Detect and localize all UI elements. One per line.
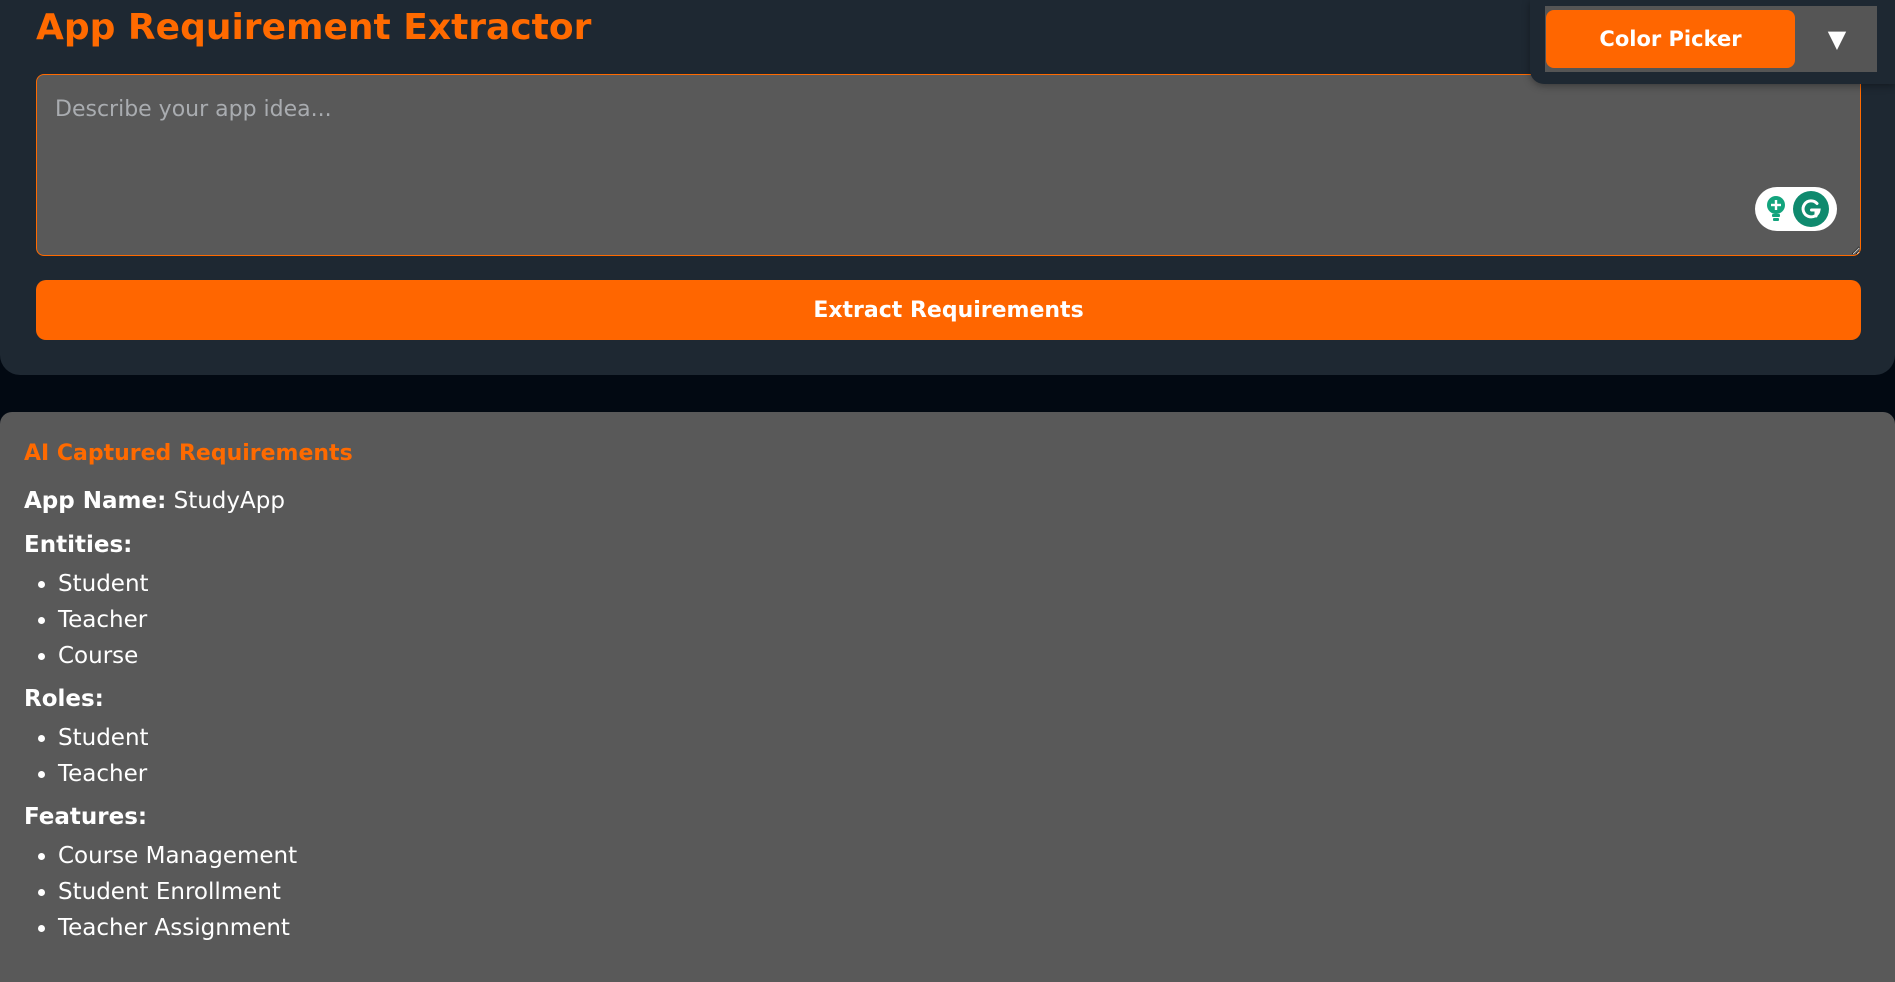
list-item: Course Management bbox=[58, 838, 1871, 874]
app-idea-input[interactable] bbox=[36, 74, 1861, 256]
requirements-heading: AI Captured Requirements bbox=[24, 441, 353, 466]
features-title: Features: bbox=[24, 804, 148, 830]
color-picker-panel: Color Picker ▼ bbox=[1530, 0, 1895, 84]
features-list: Course Management Student Enrollment Tea… bbox=[24, 838, 1871, 946]
app-name-line: App Name: StudyApp bbox=[24, 486, 1871, 516]
entities-title: Entities: bbox=[24, 532, 133, 558]
extract-requirements-button[interactable]: Extract Requirements bbox=[36, 280, 1861, 340]
roles-title: Roles: bbox=[24, 686, 104, 712]
list-item: Course bbox=[58, 638, 1871, 674]
entities-list: Student Teacher Course bbox=[24, 566, 1871, 674]
grammarly-g-icon[interactable] bbox=[1792, 191, 1829, 227]
list-item: Student Enrollment bbox=[58, 874, 1871, 910]
requirements-panel: AI Captured Requirements App Name: Study… bbox=[0, 412, 1895, 982]
chevron-down-icon[interactable]: ▼ bbox=[1815, 10, 1859, 68]
lightbulb-plus-icon[interactable] bbox=[1764, 194, 1788, 224]
list-item: Teacher bbox=[58, 602, 1871, 638]
roles-list: Student Teacher bbox=[24, 720, 1871, 792]
color-picker-button[interactable]: Color Picker bbox=[1546, 10, 1795, 68]
list-item: Student bbox=[58, 720, 1871, 756]
list-item: Student bbox=[58, 566, 1871, 602]
grammarly-widget[interactable] bbox=[1755, 187, 1837, 231]
app-name-label: App Name: bbox=[24, 488, 167, 514]
list-item: Teacher bbox=[58, 756, 1871, 792]
list-item: Teacher Assignment bbox=[58, 910, 1871, 946]
page-title: App Requirement Extractor bbox=[36, 7, 592, 48]
app-name-value: StudyApp bbox=[173, 488, 285, 514]
